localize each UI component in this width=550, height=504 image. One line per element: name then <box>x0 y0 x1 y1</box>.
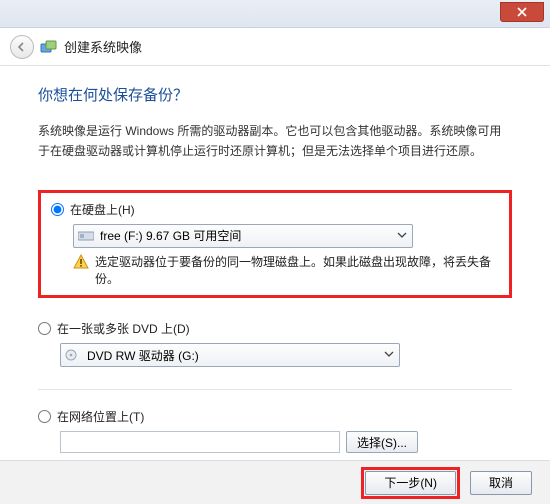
back-button[interactable] <box>10 35 34 59</box>
disc-icon <box>65 349 81 361</box>
option-dvd-group: 在一张或多张 DVD 上(D) DVD RW 驱动器 (G:) <box>38 320 512 367</box>
option-hdd-group: 在硬盘上(H) free (F:) 9.67 GB 可用空间 选定驱动器位于要备… <box>38 190 512 299</box>
radio-dvd-label: 在一张或多张 DVD 上(D) <box>57 320 190 337</box>
drive-icon <box>78 230 94 242</box>
app-icon <box>40 38 58 56</box>
page-description: 系统映像是运行 Windows 所需的驱动器副本。它也可以包含其他驱动器。系统映… <box>38 121 512 162</box>
radio-hdd[interactable] <box>51 203 64 216</box>
hdd-warning-row: 选定驱动器位于要备份的同一物理磁盘上。如果此磁盘出现故障，将丢失备份。 <box>73 254 499 288</box>
radio-hdd-label: 在硬盘上(H) <box>70 201 135 218</box>
cancel-button[interactable]: 取消 <box>470 471 532 495</box>
browse-button[interactable]: 选择(S)... <box>346 431 418 453</box>
divider <box>38 389 512 390</box>
dvd-drive-text: DVD RW 驱动器 (G:) <box>87 347 199 364</box>
option-net-group: 在网络位置上(T) 选择(S)... <box>38 408 512 453</box>
radio-net-label: 在网络位置上(T) <box>57 408 144 425</box>
page-heading: 你想在何处保存备份？ <box>38 84 512 105</box>
close-icon <box>517 7 527 17</box>
titlebar <box>0 0 550 28</box>
chevron-down-icon <box>396 229 408 244</box>
radio-net[interactable] <box>38 410 51 423</box>
next-button-highlight: 下一步(N) <box>361 467 460 499</box>
chevron-down-icon <box>383 348 395 363</box>
net-location-input[interactable] <box>60 431 340 453</box>
radio-dvd[interactable] <box>38 322 51 335</box>
warning-icon <box>73 254 89 270</box>
hdd-drive-text: free (F:) 9.67 GB 可用空间 <box>100 227 241 244</box>
arrow-left-icon <box>16 41 28 53</box>
next-button[interactable]: 下一步(N) <box>365 471 456 495</box>
hdd-drive-combo[interactable]: free (F:) 9.67 GB 可用空间 <box>73 224 413 248</box>
app-title: 创建系统映像 <box>64 37 142 56</box>
close-button[interactable] <box>500 2 544 22</box>
dvd-drive-combo[interactable]: DVD RW 驱动器 (G:) <box>60 343 400 367</box>
header: 创建系统映像 <box>0 28 550 66</box>
content: 你想在何处保存备份？ 系统映像是运行 Windows 所需的驱动器副本。它也可以… <box>0 66 550 453</box>
footer: 下一步(N) 取消 <box>0 460 550 504</box>
hdd-warning-text: 选定驱动器位于要备份的同一物理磁盘上。如果此磁盘出现故障，将丢失备份。 <box>95 254 499 288</box>
